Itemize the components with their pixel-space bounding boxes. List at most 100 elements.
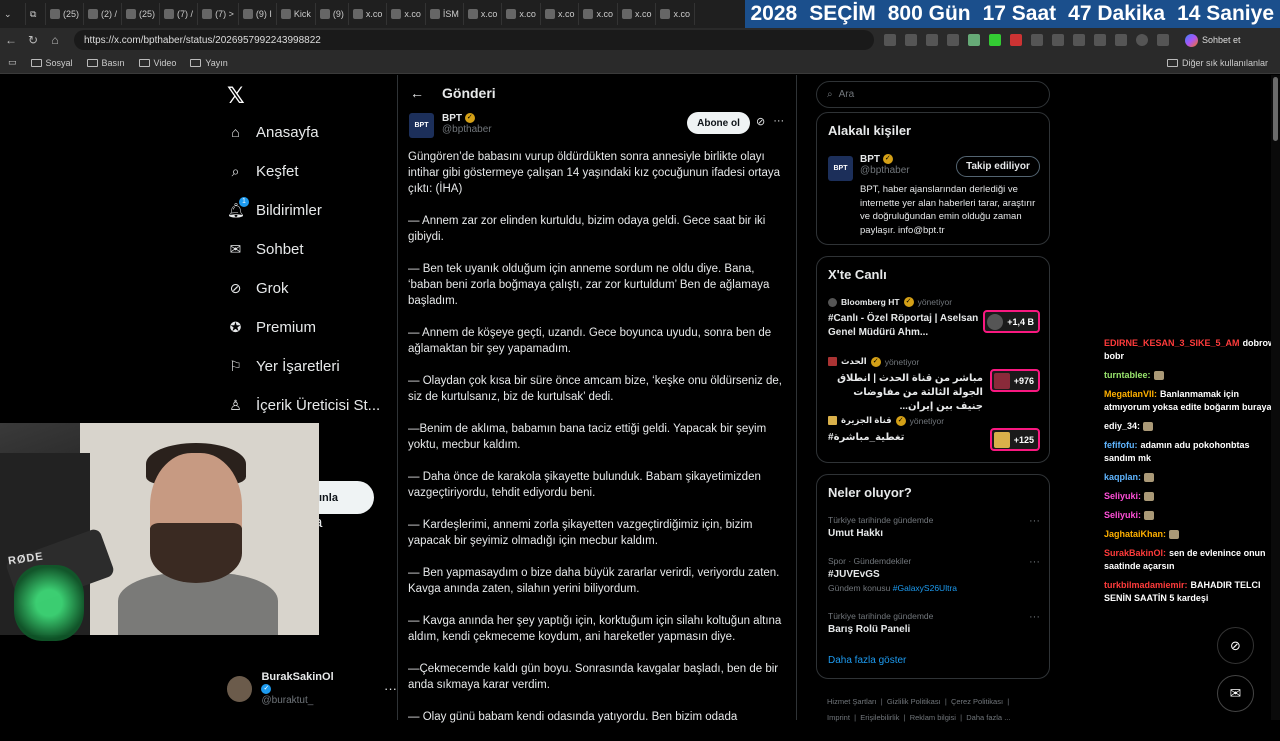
browser-tab[interactable]: x.co xyxy=(579,3,618,25)
trend-item[interactable]: Türkiye tarihinde gündemde Umut Hakkı ··… xyxy=(828,515,1040,539)
nav-item-premium[interactable]: ✪Premium xyxy=(227,319,316,336)
refresh-extension-icon[interactable] xyxy=(947,34,959,46)
workspaces-icon[interactable]: ⧉ xyxy=(26,3,46,25)
footer-link[interactable]: Hizmet Şartları xyxy=(827,697,877,706)
footer-link[interactable]: Gizlilik Politikası xyxy=(887,697,941,706)
download-icon[interactable] xyxy=(1115,34,1127,46)
browser-tab[interactable]: (2) / xyxy=(84,3,122,25)
more-dots-icon[interactable]: ··· xyxy=(1029,515,1040,527)
copilot-chat-button[interactable]: Sohbet et xyxy=(1185,34,1241,47)
browser-tab[interactable]: x.co xyxy=(656,3,695,25)
nav-item-home[interactable]: ⌂Anasayfa xyxy=(227,124,319,141)
nav-item-chat[interactable]: ✉Sohbet xyxy=(227,241,304,258)
nav-item-bookmarks[interactable]: ⚐Yer İşaretleri xyxy=(227,358,340,375)
trend-sub-link[interactable]: #GalaxyS26Ultra xyxy=(893,583,957,593)
browser-tab[interactable]: (25) xyxy=(122,3,160,25)
emote-icon xyxy=(1169,530,1179,539)
footer-link[interactable]: Reklam bilgisi xyxy=(910,713,956,722)
nav-item-grok[interactable]: ⊘Grok xyxy=(227,280,289,297)
messages-floating-button[interactable]: ✉ xyxy=(1217,675,1254,712)
split-screen-icon[interactable] xyxy=(1052,34,1064,46)
author-name: BPT xyxy=(442,113,462,124)
emote-icon xyxy=(1143,422,1153,431)
following-button[interactable]: Takip ediliyor xyxy=(956,156,1040,177)
heart-icon[interactable] xyxy=(1094,34,1106,46)
footer-link[interactable]: Erişilebilirlik xyxy=(860,713,899,722)
related-people-card: Alakalı kişiler BPT BPT ✓ @bpthaber Taki… xyxy=(816,112,1050,245)
reload-icon[interactable]: ↻ xyxy=(22,33,44,47)
author-avatar[interactable]: BPT xyxy=(828,156,853,181)
menu-dots-icon[interactable] xyxy=(1157,34,1169,46)
grok-floating-icon[interactable]: ⊘ xyxy=(1217,627,1254,664)
extension-icon[interactable] xyxy=(989,34,1001,46)
chat-username: EDIRNE_KESAN_3_SIKE_5_AM xyxy=(1104,338,1240,348)
bookmark-folder-basin[interactable]: Basın xyxy=(87,58,125,68)
browser-tab[interactable]: x.co xyxy=(502,3,541,25)
puzzle-icon[interactable] xyxy=(1031,34,1043,46)
emote-icon xyxy=(1144,511,1154,520)
sidebar-toggle-icon[interactable]: ▭ xyxy=(8,57,17,68)
page-scrollbar[interactable] xyxy=(1271,75,1280,720)
other-bookmarks[interactable]: Diğer sık kullanılanlar xyxy=(1167,58,1268,68)
browser-tab[interactable]: x.co xyxy=(349,3,388,25)
trend-name: Umut Hakkı xyxy=(828,528,1040,539)
account-switcher[interactable]: BurakSakinOl ✓ @buraktut_ ··· xyxy=(227,671,397,706)
nav-item-notifications[interactable]: 🔔︎1Bildirimler xyxy=(227,202,322,219)
bookmark-folder-video[interactable]: Video xyxy=(139,58,177,68)
show-more-link[interactable]: Daha fazla göster xyxy=(828,655,906,666)
browser-tab[interactable]: (7) / xyxy=(160,3,198,25)
footer-link[interactable]: Imprint xyxy=(827,713,850,722)
subscribe-button[interactable]: Abone ol xyxy=(687,112,750,134)
emote-icon xyxy=(1144,473,1154,482)
browser-tab[interactable]: Kick xyxy=(277,3,316,25)
more-dots-icon[interactable]: ··· xyxy=(384,681,397,696)
scrollbar-thumb[interactable] xyxy=(1273,77,1278,141)
live-item[interactable]: الحدث✓yönetiyor مباشر من قناة الحدث | ان… xyxy=(828,356,1040,414)
extension-icon[interactable] xyxy=(1010,34,1022,46)
live-item[interactable]: قناة الجزيرة✓yönetiyor #تغطية_مباشرة +12… xyxy=(828,415,1040,445)
bookmark-folder-sosyal[interactable]: Sosyal xyxy=(31,58,73,68)
bookmark-folder-yayin[interactable]: Yayın xyxy=(190,58,227,68)
browser-tab[interactable]: İSM xyxy=(426,3,464,25)
post-detail-column: ← Gönderi BPT BPT ✓ @bpthaber Abone ol ⊘… xyxy=(397,75,797,720)
grid-icon[interactable] xyxy=(884,34,896,46)
card-title: X'te Canlı xyxy=(828,267,887,282)
footer-link[interactable]: Çerez Politikası xyxy=(951,697,1003,706)
back-icon[interactable]: ← xyxy=(0,33,22,47)
browser-tab[interactable]: (9) I xyxy=(239,3,277,25)
browser-tab[interactable]: (9) xyxy=(316,3,349,25)
favorite-star-icon[interactable] xyxy=(926,34,938,46)
browser-tab[interactable]: x.co xyxy=(541,3,580,25)
url-field[interactable]: https://x.com/bpthaber/status/2026957992… xyxy=(74,30,874,50)
nav-item-explore[interactable]: ⌕Keşfet xyxy=(227,163,299,180)
home-icon[interactable]: ⌂ xyxy=(44,33,66,47)
browser-tab[interactable]: (7) > xyxy=(198,3,239,25)
favorites-icon[interactable] xyxy=(1073,34,1085,46)
more-dots-icon[interactable]: ··· xyxy=(1029,611,1040,623)
browser-tab[interactable]: (25) xyxy=(46,3,84,25)
post-author[interactable]: BPT BPT ✓ @bpthaber xyxy=(409,113,492,138)
profile-avatar[interactable] xyxy=(1136,34,1148,46)
home-icon: ⌂ xyxy=(227,124,244,141)
browser-tab[interactable]: x.co xyxy=(618,3,657,25)
more-dots-icon[interactable]: ··· xyxy=(1029,556,1040,568)
trend-item[interactable]: Türkiye tarihinde gündemde Barış Rolü Pa… xyxy=(828,611,1040,635)
grok-icon[interactable]: ⊘ xyxy=(756,115,765,128)
nav-item-creator-studio[interactable]: ♙İçerik Üreticisi St... xyxy=(227,397,380,414)
x-logo-icon[interactable]: 𝕏 xyxy=(227,83,245,109)
read-aloud-icon[interactable] xyxy=(905,34,917,46)
more-dots-icon[interactable]: ··· xyxy=(773,115,784,128)
back-arrow-icon[interactable]: ← xyxy=(410,85,424,101)
page-title: Gönderi xyxy=(442,85,496,101)
trend-item[interactable]: Spor · Gündemdekiler #JUVEvGS Gündem kon… xyxy=(828,556,1040,593)
browser-tab[interactable]: x.co xyxy=(387,3,426,25)
chat-message: Seliyuki: xyxy=(1104,509,1274,522)
post-button-partial[interactable]: ınla xyxy=(319,481,374,514)
live-item[interactable]: Bloomberg HT✓yönetiyor #Canlı - Özel Röp… xyxy=(828,297,1040,340)
tab-list-button[interactable]: ⌄ xyxy=(0,3,26,25)
tab-title: (7) / xyxy=(177,9,193,19)
footer-link[interactable]: Daha fazla ... xyxy=(966,713,1010,722)
extension-icon[interactable] xyxy=(968,34,980,46)
search-input[interactable]: ⌕ Ara xyxy=(816,81,1050,108)
browser-tab[interactable]: x.co xyxy=(464,3,503,25)
